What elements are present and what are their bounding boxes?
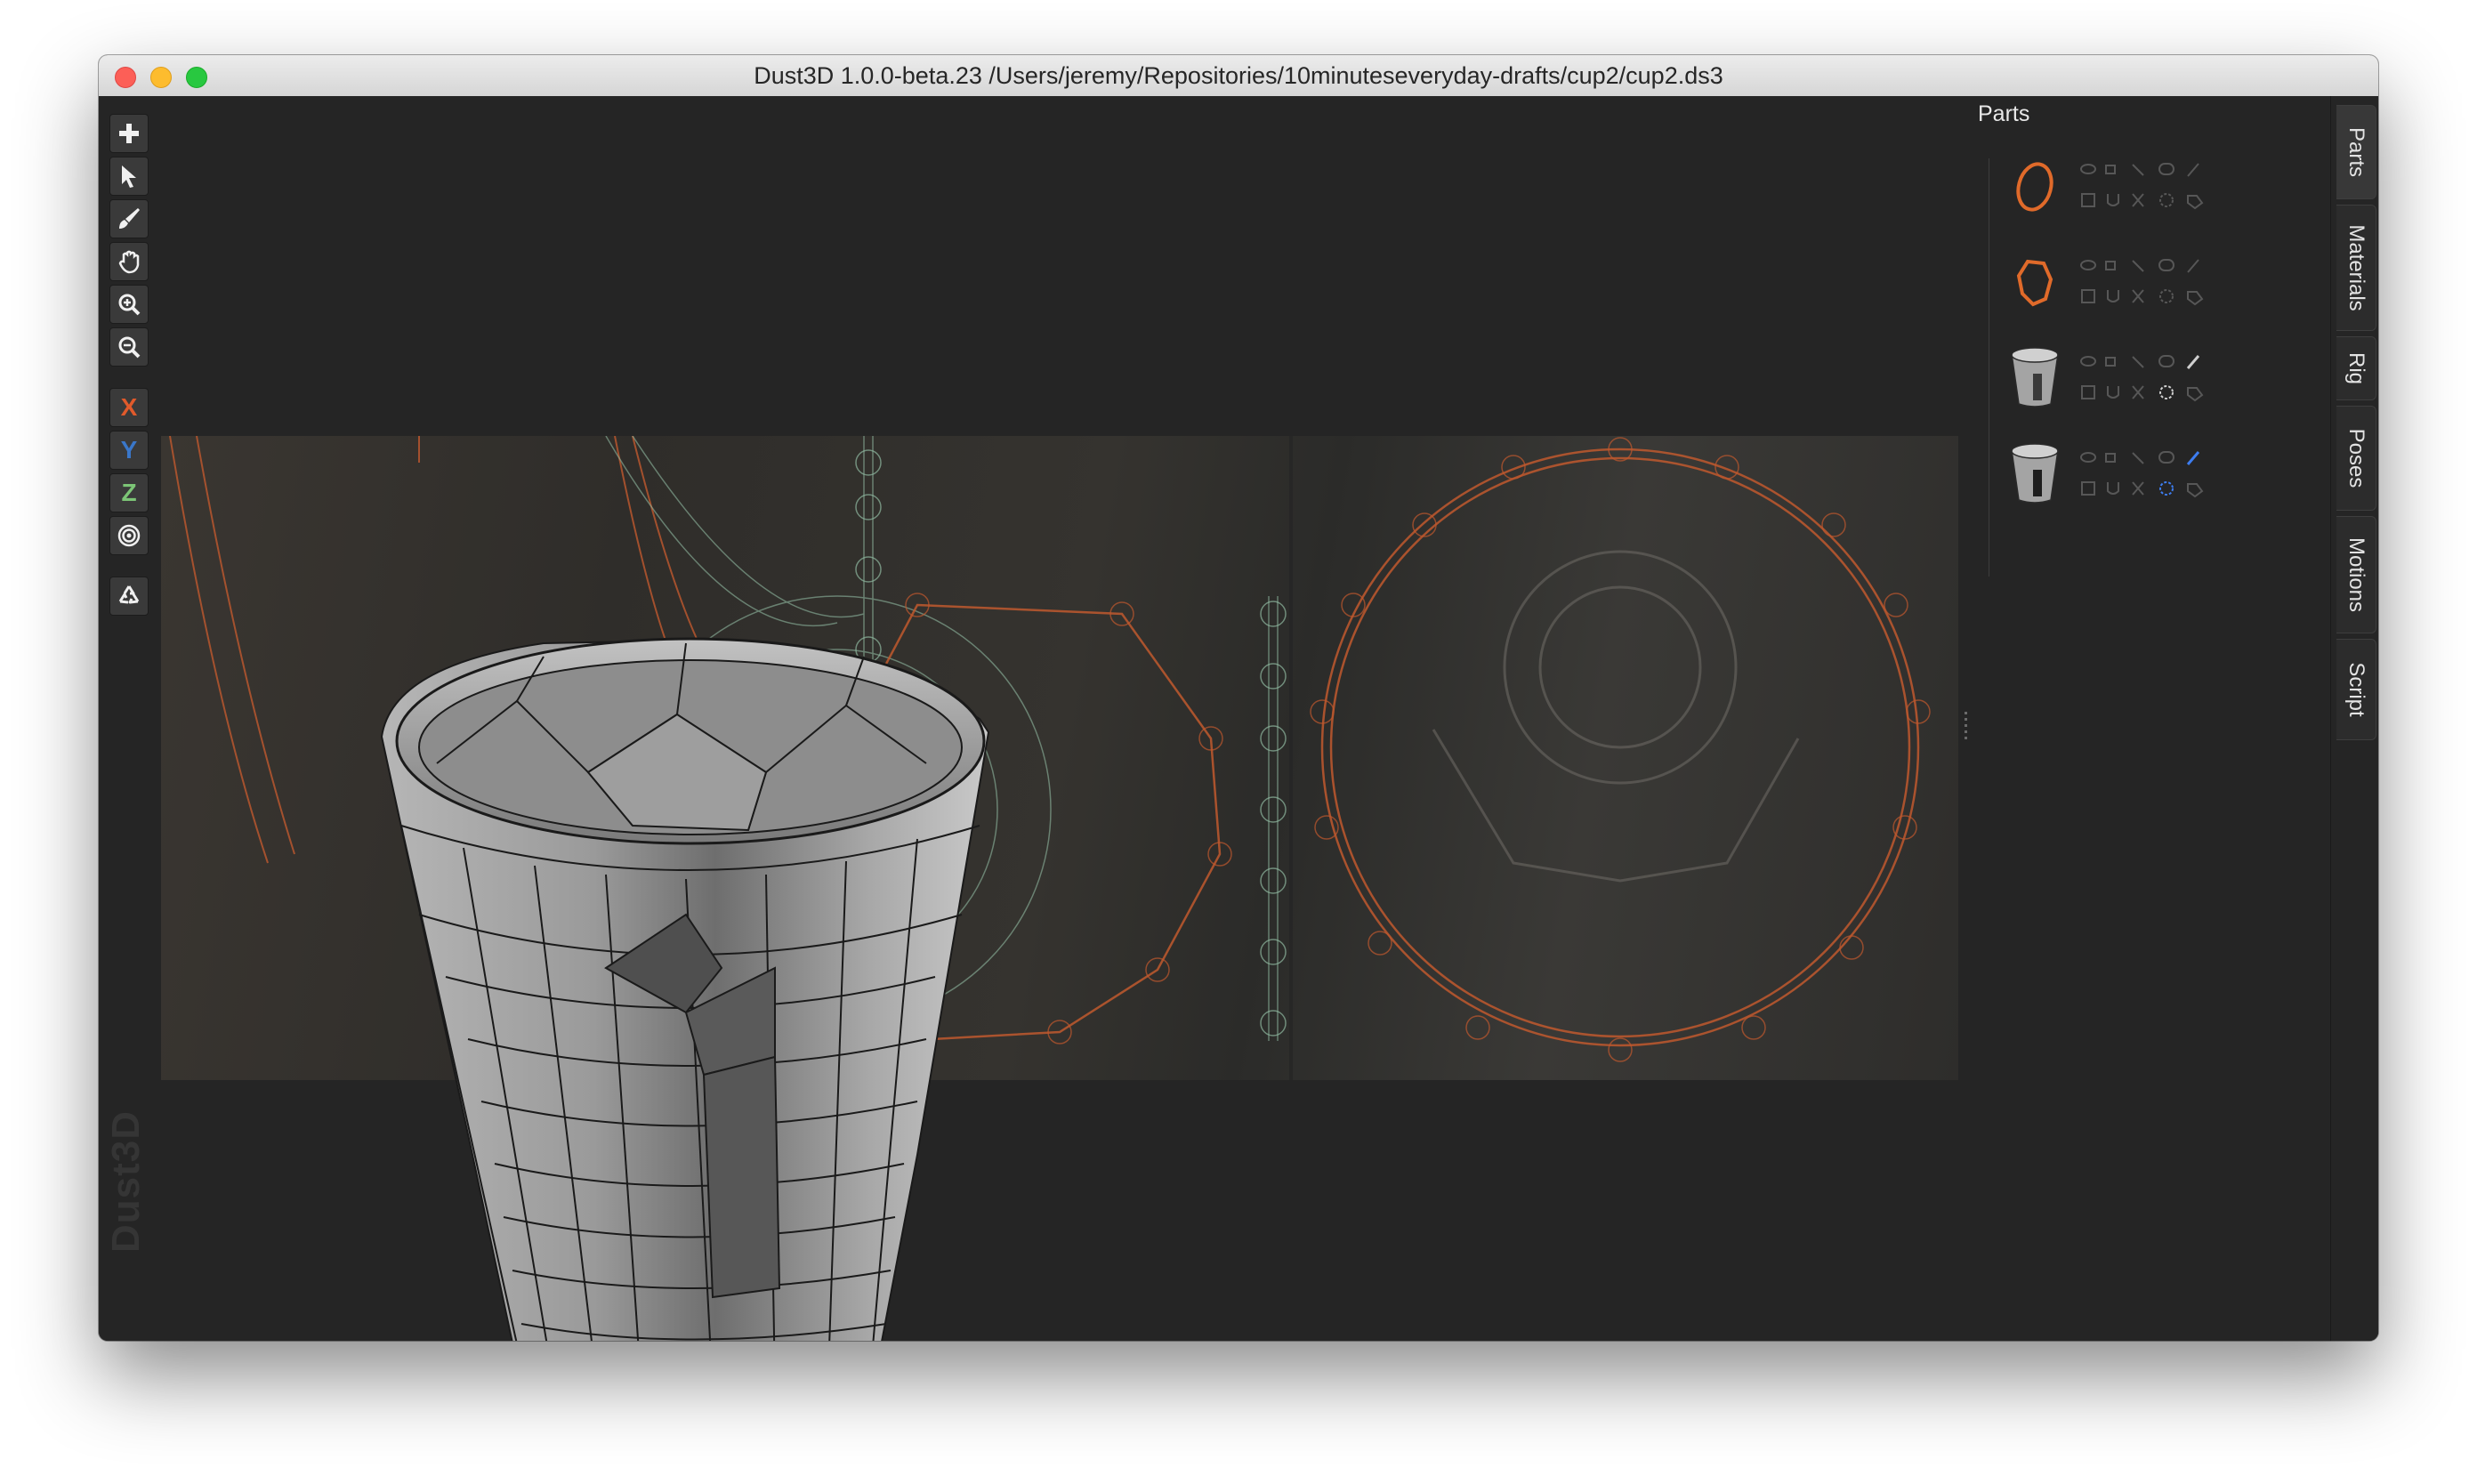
tab-poses[interactable]: Poses [2336, 406, 2376, 511]
zoom-in-button[interactable] [109, 285, 149, 324]
main-area: X Y Z Dust3D Parts Parts Materials Rig P… [99, 96, 2378, 1341]
paint-tool-button[interactable] [109, 199, 149, 238]
part-item[interactable] [1999, 149, 2231, 238]
regenerate-button[interactable] [109, 577, 149, 616]
drag-tool-button[interactable] [109, 242, 149, 281]
dust3d-watermark: Dust3D [104, 1109, 148, 1253]
recycle-icon [118, 585, 140, 604]
part-thumbnail [2016, 162, 2053, 212]
radius-lock-button[interactable] [109, 516, 149, 555]
add-tool-button[interactable] [109, 114, 149, 153]
part-control-icons[interactable] [2079, 157, 2231, 219]
part-control-icons[interactable] [2079, 349, 2231, 411]
part-item-selected[interactable] [1999, 438, 2231, 527]
part-item[interactable] [1999, 246, 2231, 335]
tab-materials[interactable]: Materials [2336, 205, 2376, 331]
part-controls [2079, 157, 2231, 223]
tab-parts[interactable]: Parts [2336, 105, 2376, 199]
part-control-icons[interactable] [2079, 253, 2231, 315]
target-icon [117, 524, 141, 547]
parts-panel-title: Parts [1978, 101, 2030, 126]
plus-icon [119, 124, 139, 143]
part-thumbnail [2011, 347, 2059, 407]
tab-motions[interactable]: Motions [2336, 516, 2376, 633]
title-bar: Dust3D 1.0.0-beta.23 /Users/jeremy/Repos… [99, 55, 2378, 97]
zoom-in-icon [118, 294, 141, 316]
parts-panel: Parts [1967, 96, 2378, 1341]
pointer-arrow-icon [122, 165, 136, 188]
part-controls [2079, 349, 2231, 415]
part-thumbnail [2016, 259, 2053, 307]
app-window: Dust3D 1.0.0-beta.23 /Users/jeremy/Repos… [99, 55, 2378, 1341]
part-item[interactable] [1999, 342, 2231, 431]
x-axis-lock-button[interactable]: X [109, 388, 149, 427]
part-controls [2079, 445, 2231, 512]
tab-script[interactable]: Script [2336, 639, 2376, 740]
zoom-out-button[interactable] [109, 327, 149, 367]
part-control-icons[interactable] [2079, 445, 2231, 507]
y-axis-lock-button[interactable]: Y [109, 431, 149, 470]
part-controls [2079, 253, 2231, 319]
select-tool-button[interactable] [109, 157, 149, 196]
part-thumbnail [2011, 443, 2059, 504]
zoom-out-icon [118, 336, 141, 359]
paintbrush-icon [119, 208, 140, 229]
cup-3d-model[interactable] [366, 559, 1006, 1341]
side-tab-bar: Parts Materials Rig Poses Motions Script [2330, 96, 2378, 1341]
hand-icon [118, 250, 140, 274]
tab-rig[interactable]: Rig [2336, 336, 2376, 400]
window-title: Dust3D 1.0.0-beta.23 /Users/jeremy/Repos… [754, 62, 1723, 89]
z-axis-lock-button[interactable]: Z [109, 473, 149, 512]
